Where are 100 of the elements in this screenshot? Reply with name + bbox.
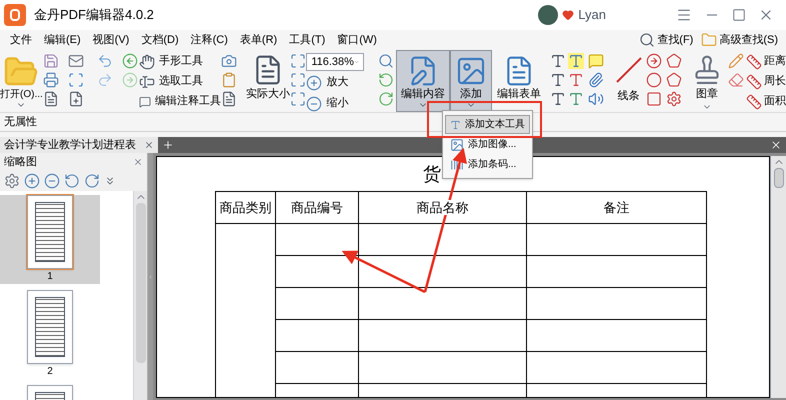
- clipboard-icon[interactable]: [220, 72, 237, 88]
- open-button[interactable]: 打开(O)...: [0, 50, 43, 112]
- close-tab-icon[interactable]: [144, 140, 154, 150]
- line-button[interactable]: 线条: [611, 50, 646, 112]
- close-panel-icon[interactable]: [133, 157, 143, 167]
- ruler-icon: [746, 54, 762, 70]
- column-header: 商品名称: [416, 200, 468, 215]
- tool-button[interactable]: 手形工具: [138, 52, 221, 71]
- zoom-field[interactable]: 116.38%: [306, 53, 364, 71]
- zoom-out-icon[interactable]: [44, 173, 60, 189]
- undo-icon[interactable]: [97, 53, 114, 69]
- ruler-icon: [746, 74, 762, 90]
- menu-item[interactable]: 视图(V): [86, 32, 136, 48]
- text-select-icon: [138, 74, 155, 90]
- menu-item[interactable]: 表单(R): [234, 32, 284, 48]
- eraser-icon[interactable]: [728, 72, 744, 88]
- column-header: 商品编号: [291, 200, 343, 215]
- tool-button[interactable]: 编辑注释工具: [138, 92, 221, 111]
- measure-button[interactable]: 周长: [746, 72, 786, 91]
- toolbar-button[interactable]: 编辑表单: [492, 50, 546, 112]
- zoom-in-button[interactable]: 放大: [306, 73, 378, 92]
- dropdown-item[interactable]: 添加文本工具: [445, 115, 530, 134]
- plus-circle-icon: [306, 74, 322, 90]
- document-title: 货: [423, 162, 441, 186]
- rotate-left-icon[interactable]: [378, 72, 394, 88]
- dropdown-item[interactable]: 添加条码...: [445, 155, 530, 174]
- speaker-icon[interactable]: [588, 91, 604, 107]
- app-logo: [4, 4, 26, 26]
- scroll-thumb[interactable]: [774, 168, 784, 188]
- add-barcode-icon: [450, 158, 464, 172]
- add-image-icon: [450, 138, 464, 152]
- text-field-icon[interactable]: [550, 72, 566, 88]
- scrollbar[interactable]: [133, 191, 147, 400]
- toolbar-button[interactable]: 编辑内容: [396, 50, 450, 112]
- square-icon[interactable]: [646, 91, 662, 107]
- column-header: 商品类别: [220, 200, 272, 215]
- tool-button[interactable]: 选取工具: [138, 72, 221, 91]
- menu-item[interactable]: 文件: [4, 32, 38, 48]
- zoom-out-button[interactable]: 缩小: [306, 94, 378, 113]
- gear-icon[interactable]: [4, 173, 20, 189]
- fit-visible-icon[interactable]: [290, 91, 306, 107]
- scrollbar[interactable]: [770, 156, 786, 398]
- back-icon[interactable]: [122, 53, 138, 69]
- underline-text-icon[interactable]: [568, 91, 584, 107]
- actual-size-button[interactable]: 实际大小: [246, 50, 290, 112]
- printer-icon[interactable]: [42, 72, 59, 88]
- measure-button[interactable]: 距离: [746, 52, 786, 71]
- text-area-icon[interactable]: [550, 91, 566, 107]
- search-button[interactable]: 高级查找(S): [697, 32, 782, 48]
- strikeout-text-icon[interactable]: [568, 72, 584, 88]
- hand-icon: [138, 54, 155, 70]
- zoom-in-icon[interactable]: [24, 173, 40, 189]
- page-thumbnail[interactable]: 1: [0, 195, 100, 284]
- document-search-icon[interactable]: [220, 91, 237, 107]
- folder-search-icon: [701, 32, 718, 48]
- stamp-button[interactable]: 图章: [690, 50, 724, 112]
- camera-icon[interactable]: [220, 53, 237, 69]
- rotate-right-icon[interactable]: [378, 91, 394, 107]
- dropdown-item[interactable]: 添加图像...: [445, 135, 530, 154]
- pentagon-icon[interactable]: [666, 72, 682, 88]
- menu-item[interactable]: 文档(D): [135, 32, 185, 48]
- search-button[interactable]: 查找(F): [635, 32, 698, 48]
- mail-icon[interactable]: [68, 53, 84, 69]
- toolbar-button[interactable]: 添加: [450, 50, 492, 112]
- rotate-left-icon[interactable]: [64, 173, 80, 189]
- note-icon[interactable]: [588, 53, 604, 69]
- menu-item[interactable]: 注释(C): [184, 32, 234, 48]
- new-tab-icon[interactable]: [162, 139, 174, 151]
- ruler-icon: [746, 94, 762, 110]
- menu-item[interactable]: 窗口(W): [331, 32, 383, 48]
- more-icon[interactable]: [104, 175, 116, 187]
- menu-item[interactable]: 工具(T): [283, 32, 332, 48]
- window-title: 金丹PDF编辑器4.0.2: [34, 6, 154, 24]
- document-tab[interactable]: 会计学专业教学计划进程表: [0, 137, 158, 153]
- fit-width-icon[interactable]: [290, 72, 306, 88]
- circle-icon[interactable]: [646, 72, 662, 88]
- close-icon[interactable]: [770, 139, 782, 151]
- page-thumbnail[interactable]: 2: [0, 290, 100, 379]
- user-name[interactable]: Lyan: [578, 5, 606, 25]
- column-header: 备注: [604, 200, 630, 215]
- maximize-icon[interactable]: [732, 8, 746, 22]
- zoom-icon[interactable]: [378, 53, 394, 69]
- new-document-icon[interactable]: [68, 91, 84, 107]
- find-icon: [639, 32, 656, 48]
- rotate-right-icon[interactable]: [84, 173, 100, 189]
- save-icon[interactable]: [42, 53, 59, 69]
- menu-item[interactable]: 编辑(E): [38, 32, 87, 48]
- minus-circle-icon: [306, 96, 322, 112]
- avatar[interactable]: [538, 5, 558, 25]
- polygon-line-icon[interactable]: [666, 53, 682, 69]
- pencil-icon[interactable]: [728, 53, 744, 69]
- scroll-thumb[interactable]: [136, 203, 146, 363]
- measure-button[interactable]: 面积: [746, 92, 786, 111]
- menu-icon[interactable]: [676, 7, 692, 23]
- text-box-icon[interactable]: [550, 53, 566, 69]
- fit-page-icon[interactable]: [290, 53, 306, 69]
- highlight-text-icon[interactable]: [568, 53, 584, 69]
- diagonal-line-icon: [614, 56, 643, 84]
- paperclip-icon[interactable]: [588, 72, 604, 88]
- document-icon[interactable]: [42, 91, 59, 107]
